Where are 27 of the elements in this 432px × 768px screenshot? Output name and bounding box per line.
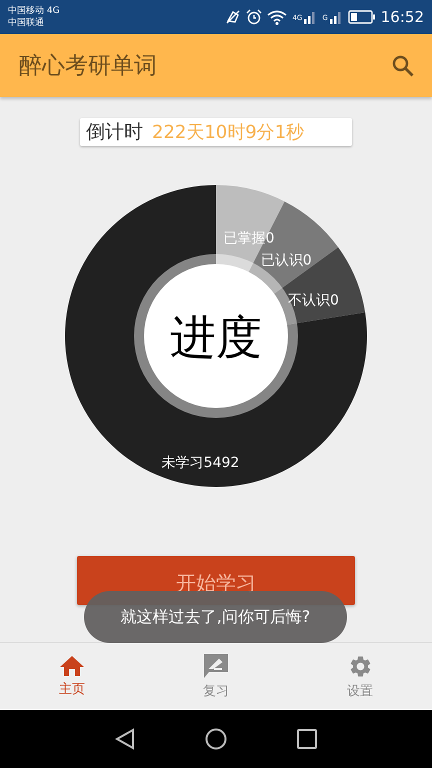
carrier-name: 中国联通 (8, 17, 45, 29)
slice-label: 未学习5492 (162, 455, 240, 472)
countdown-value: 222天10时9分1秒 (152, 121, 304, 144)
back-icon[interactable] (115, 728, 135, 750)
slice-label: 已掌握0 (224, 230, 274, 246)
slice-label: 已认识0 (260, 252, 312, 268)
recents-icon[interactable] (297, 729, 317, 749)
countdown-label: 倒计时 (86, 120, 143, 145)
alarm-icon (246, 9, 262, 25)
battery-icon (348, 10, 376, 24)
signal-icon (303, 10, 318, 24)
center-label: 进度 (170, 310, 262, 364)
nav-tab[interactable]: 设置 (288, 643, 432, 710)
clock-time: 16:52 (380, 8, 424, 26)
home-icon[interactable] (205, 728, 227, 750)
slice-label: 不认识0 (288, 292, 339, 309)
app-title: 醉心考研单词 (19, 52, 157, 81)
toast-message: 就这样过去了,问你可后悔? (84, 591, 347, 643)
signal-icon (328, 10, 343, 24)
wifi-icon (267, 10, 288, 24)
search-icon[interactable] (392, 54, 414, 76)
nav-tab[interactable]: 复习 (144, 643, 288, 710)
nav-tab[interactable]: 主页 (0, 643, 144, 710)
mute-icon (225, 9, 242, 25)
carrier-name: 中国移动 4G (8, 5, 60, 17)
edit-message-icon (203, 653, 229, 679)
home-icon (59, 655, 85, 677)
